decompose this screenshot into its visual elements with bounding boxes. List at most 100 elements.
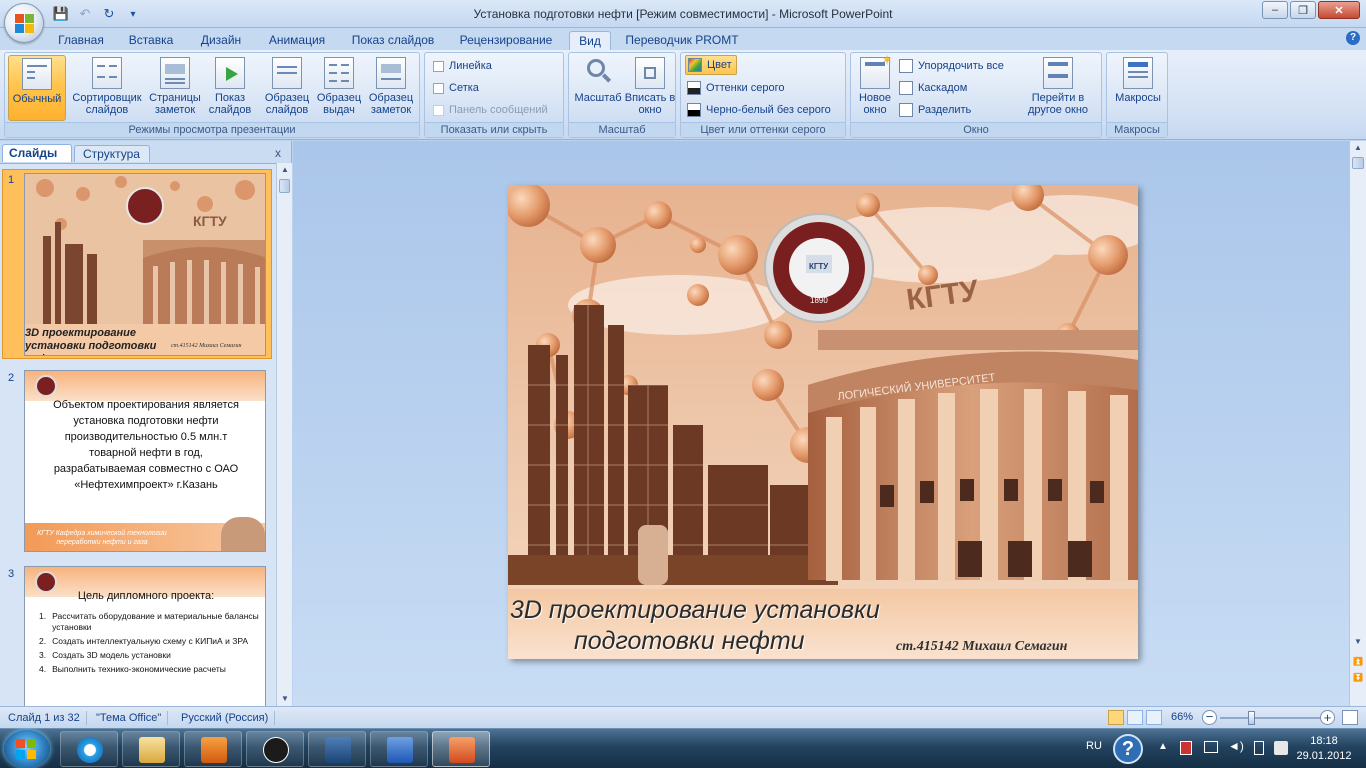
- taskbar-media[interactable]: [184, 731, 242, 767]
- flag-icon[interactable]: [1274, 741, 1288, 755]
- fit-to-window-button[interactable]: Вписать в окно: [623, 55, 677, 121]
- scroll-down-icon[interactable]: ▼: [277, 692, 293, 706]
- normal-view-icon[interactable]: [1108, 710, 1124, 725]
- tab-design[interactable]: Дизайн: [192, 31, 250, 50]
- group-label-color: Цвет или оттенки серого: [681, 122, 845, 137]
- close-button[interactable]: ✕: [1318, 1, 1360, 19]
- normal-view-icon: [22, 58, 52, 90]
- handout-master-icon: [324, 57, 354, 89]
- tab-outline[interactable]: Структура: [74, 145, 150, 162]
- start-button[interactable]: [4, 730, 50, 768]
- normal-view-label: Обычный: [12, 93, 62, 105]
- editor-scrollbar[interactable]: ▲ ▼ ⏫ ⏬: [1349, 141, 1366, 706]
- thumbnail-slide-3[interactable]: Цель дипломного проекта: 1. Рассчитать об…: [24, 566, 266, 706]
- tab-insert[interactable]: Вставка: [120, 31, 182, 50]
- tab-animation[interactable]: Анимация: [260, 31, 334, 50]
- maximize-button[interactable]: ❐: [1290, 1, 1316, 19]
- slide-show-icon[interactable]: [1146, 710, 1162, 725]
- cascade-icon: [899, 81, 913, 95]
- notes-master-button[interactable]: Образец заметок: [365, 55, 417, 121]
- tab-slides[interactable]: Слайды: [2, 144, 72, 162]
- slide-sorter-icon[interactable]: [1127, 710, 1143, 725]
- thumbnail-list[interactable]: 1 КГТУ 3D проектирование установки подго…: [0, 163, 276, 706]
- network-icon[interactable]: [1204, 741, 1218, 753]
- slide-sorter-icon: [92, 57, 122, 89]
- slide-sorter-button[interactable]: Сортировщик слайдов: [69, 55, 145, 121]
- help-circle-icon[interactable]: ?: [1113, 734, 1143, 764]
- office-button[interactable]: [4, 3, 44, 43]
- taskbar-app[interactable]: [308, 731, 366, 767]
- color-button[interactable]: Цвет: [685, 55, 737, 75]
- scroll-down-icon[interactable]: ▼: [1350, 635, 1366, 649]
- arrange-all-button[interactable]: Упорядочить все: [899, 56, 1004, 76]
- zoom-out-icon[interactable]: −: [1202, 710, 1217, 725]
- notes-page-button[interactable]: Страницы заметок: [147, 55, 203, 121]
- slide-editor[interactable]: КГТУ ЛОГИЧЕСКИЙ УНИВЕРСИТЕТ КГТУ 1890 3D…: [293, 141, 1349, 706]
- new-window-button[interactable]: ✶ Новое окно: [853, 53, 897, 121]
- taskbar-word[interactable]: [370, 731, 428, 767]
- scroll-thumb[interactable]: [1352, 157, 1364, 169]
- previous-slide-icon[interactable]: ⏫: [1350, 655, 1366, 669]
- battery-icon[interactable]: [1254, 741, 1264, 755]
- fit-to-window-icon: [635, 57, 665, 89]
- scroll-thumb[interactable]: [279, 179, 290, 193]
- system-tray: RU ? ▲ ◄) 18:18 29.01.2012: [1080, 729, 1366, 768]
- taskbar-powerpoint[interactable]: [432, 731, 490, 767]
- zoom-slider-thumb[interactable]: [1248, 711, 1256, 725]
- normal-view-button[interactable]: Обычный: [8, 55, 66, 121]
- black-white-button[interactable]: Черно-белый без серого: [687, 100, 831, 120]
- language-status[interactable]: Русский (Россия): [175, 711, 276, 725]
- taskbar-explorer[interactable]: [122, 731, 180, 767]
- next-slide-icon[interactable]: ⏬: [1350, 671, 1366, 685]
- scroll-up-icon[interactable]: ▲: [1350, 141, 1366, 155]
- slide-author[interactable]: ст.415142 Михаил Семагин: [896, 639, 1067, 655]
- handout-master-button[interactable]: Образец выдач: [313, 55, 365, 121]
- tab-home[interactable]: Главная: [52, 31, 110, 50]
- tab-promt[interactable]: Переводчик PROMT: [620, 31, 744, 50]
- slide-show-icon: [215, 57, 245, 89]
- arrange-all-label: Упорядочить все: [918, 60, 1004, 72]
- svg-text:КГТУ: КГТУ: [193, 213, 227, 229]
- clock[interactable]: 18:18 29.01.2012: [1294, 734, 1354, 764]
- language-indicator[interactable]: RU: [1086, 740, 1102, 752]
- zoom-slider[interactable]: [1220, 711, 1320, 725]
- main-slide[interactable]: КГТУ ЛОГИЧЕСКИЙ УНИВЕРСИТЕТ КГТУ 1890 3D…: [508, 185, 1138, 659]
- tab-review[interactable]: Рецензирование: [452, 31, 560, 50]
- powerpoint-icon: [449, 737, 475, 763]
- minimize-button[interactable]: ‒: [1262, 1, 1288, 19]
- grid-checkbox[interactable]: Сетка: [433, 78, 479, 98]
- zoom-label: Масштаб: [574, 92, 622, 104]
- zoom-percent[interactable]: 66%: [1171, 711, 1193, 723]
- group-color-grayscale: Цвет Оттенки серого Черно-белый без серо…: [680, 52, 846, 138]
- zoom-button[interactable]: Масштаб: [571, 55, 625, 121]
- zoom-in-icon[interactable]: +: [1320, 710, 1335, 725]
- help-icon[interactable]: ?: [1346, 31, 1360, 45]
- cascade-button[interactable]: Каскадом: [899, 78, 967, 98]
- grid-check-icon: [433, 82, 444, 94]
- tab-slideshow[interactable]: Показ слайдов: [344, 31, 442, 50]
- grayscale-button[interactable]: Оттенки серого: [687, 78, 784, 98]
- slide-master-button[interactable]: Образец слайдов: [261, 55, 313, 121]
- thumbnail-slide-1[interactable]: КГТУ 3D проектирование установки подгото…: [24, 173, 266, 356]
- ie-icon: [77, 737, 103, 763]
- taskbar-hp[interactable]: [246, 731, 304, 767]
- thumbnails-scrollbar[interactable]: ▲ ▼: [276, 163, 292, 706]
- thumbnail-3-title: Цель дипломного проекта:: [77, 590, 215, 602]
- thumbnail-number: 1: [8, 174, 15, 186]
- fit-to-window-label: Вписать в окно: [624, 92, 676, 116]
- thumbnail-slide-2[interactable]: Объектом проектирования является установ…: [24, 370, 266, 552]
- volume-icon[interactable]: ◄): [1228, 739, 1244, 753]
- tray-expand-icon[interactable]: ▲: [1158, 741, 1168, 752]
- tab-view[interactable]: Вид: [569, 31, 611, 50]
- macros-button[interactable]: Макросы: [1109, 55, 1167, 121]
- slide-show-button[interactable]: Показ слайдов: [206, 55, 254, 121]
- close-panel-icon[interactable]: x: [275, 146, 281, 160]
- split-button[interactable]: Разделить: [899, 100, 971, 120]
- ruler-checkbox[interactable]: Линейка: [433, 56, 492, 76]
- fit-slide-icon[interactable]: [1342, 710, 1358, 725]
- ruler-check-icon: [433, 60, 444, 72]
- scroll-up-icon[interactable]: ▲: [277, 163, 293, 177]
- switch-windows-button[interactable]: Перейти в другое окно: [1017, 55, 1099, 121]
- taskbar-ie[interactable]: [60, 731, 118, 767]
- tray-app-icon[interactable]: [1180, 741, 1192, 755]
